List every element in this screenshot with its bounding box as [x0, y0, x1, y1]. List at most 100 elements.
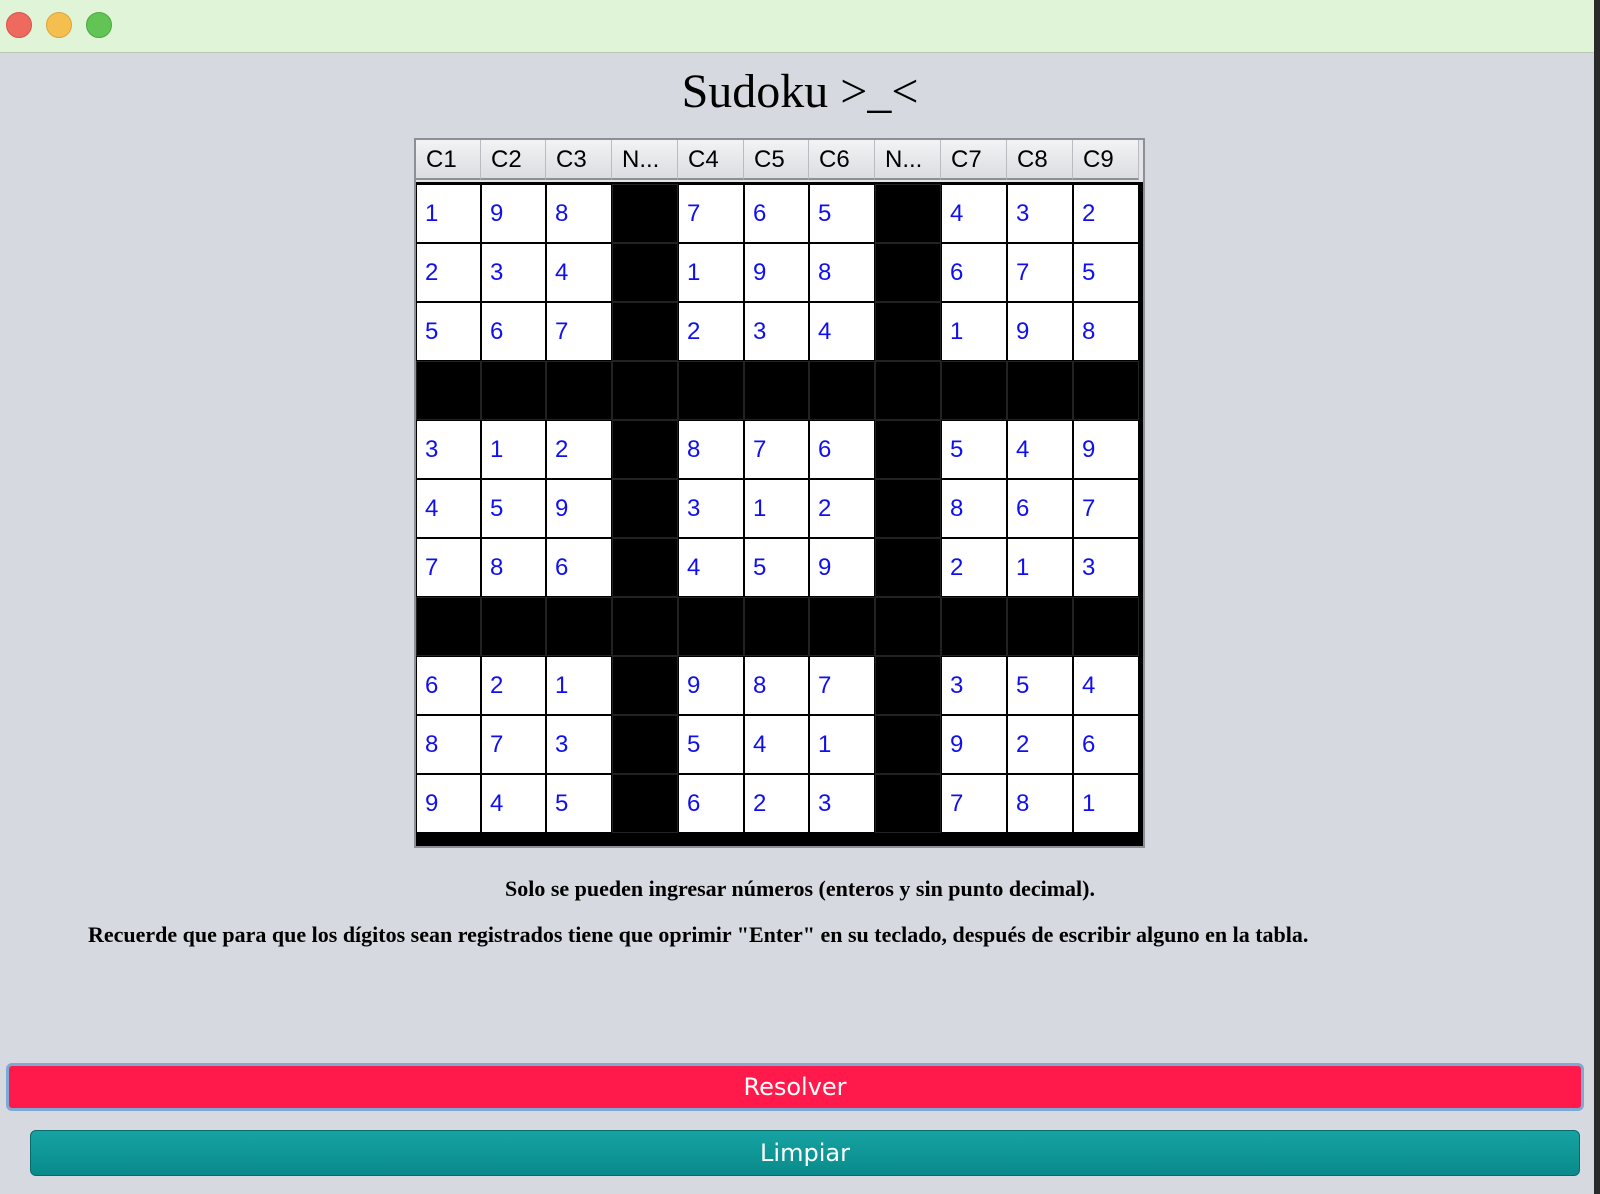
sudoku-cell[interactable]: 5 [744, 538, 809, 597]
sudoku-cell[interactable]: 4 [744, 715, 809, 774]
sudoku-cell[interactable]: 5 [416, 302, 481, 361]
sudoku-cell[interactable]: 3 [481, 243, 546, 302]
sudoku-cell[interactable]: 1 [1007, 538, 1073, 597]
sudoku-cell[interactable]: 2 [546, 420, 612, 479]
sudoku-cell[interactable]: 5 [941, 420, 1007, 479]
sudoku-cell[interactable]: 6 [941, 243, 1007, 302]
column-header[interactable]: C5 [744, 140, 809, 180]
sudoku-cell[interactable]: 7 [1007, 243, 1073, 302]
sudoku-cell[interactable]: 7 [416, 538, 481, 597]
sudoku-cell[interactable]: 3 [416, 420, 481, 479]
sudoku-cell[interactable]: 4 [809, 302, 875, 361]
sudoku-cell[interactable]: 1 [941, 302, 1007, 361]
sudoku-cell[interactable]: 8 [1073, 302, 1139, 361]
column-header[interactable]: N... [612, 140, 678, 180]
sudoku-cell[interactable]: 9 [678, 656, 744, 715]
sudoku-cell[interactable]: 7 [546, 302, 612, 361]
sudoku-cell[interactable]: 9 [416, 774, 481, 833]
sudoku-cell[interactable]: 8 [678, 420, 744, 479]
sudoku-cell[interactable]: 7 [1073, 479, 1139, 538]
sudoku-cell[interactable]: 7 [809, 656, 875, 715]
sudoku-cell[interactable]: 8 [941, 479, 1007, 538]
sudoku-cell[interactable]: 9 [744, 243, 809, 302]
sudoku-cell[interactable]: 6 [416, 656, 481, 715]
sudoku-cell[interactable]: 2 [941, 538, 1007, 597]
sudoku-cell[interactable]: 5 [1007, 656, 1073, 715]
sudoku-cell[interactable]: 6 [678, 774, 744, 833]
sudoku-cell[interactable]: 4 [481, 774, 546, 833]
sudoku-cell[interactable]: 6 [1073, 715, 1139, 774]
sudoku-cell[interactable]: 9 [1073, 420, 1139, 479]
sudoku-cell[interactable]: 2 [1073, 184, 1139, 243]
sudoku-cell[interactable]: 3 [546, 715, 612, 774]
separator-cell [875, 479, 941, 538]
sudoku-cell[interactable]: 6 [1007, 479, 1073, 538]
sudoku-cell[interactable]: 9 [481, 184, 546, 243]
sudoku-cell[interactable]: 9 [941, 715, 1007, 774]
sudoku-cell[interactable]: 7 [941, 774, 1007, 833]
sudoku-cell[interactable]: 5 [1073, 243, 1139, 302]
sudoku-cell[interactable]: 2 [1007, 715, 1073, 774]
close-icon[interactable] [6, 12, 32, 38]
sudoku-cell[interactable]: 8 [546, 184, 612, 243]
sudoku-cell[interactable]: 1 [546, 656, 612, 715]
sudoku-cell[interactable]: 7 [678, 184, 744, 243]
title-bar [0, 0, 1600, 53]
column-header[interactable]: C6 [809, 140, 875, 180]
column-header[interactable]: C3 [546, 140, 612, 180]
sudoku-cell[interactable]: 4 [1007, 420, 1073, 479]
sudoku-cell[interactable]: 8 [809, 243, 875, 302]
sudoku-cell[interactable]: 4 [546, 243, 612, 302]
sudoku-cell[interactable]: 2 [481, 656, 546, 715]
sudoku-cell[interactable]: 9 [1007, 302, 1073, 361]
sudoku-cell[interactable]: 1 [416, 184, 481, 243]
sudoku-cell[interactable]: 4 [678, 538, 744, 597]
sudoku-cell[interactable]: 1 [744, 479, 809, 538]
sudoku-cell[interactable]: 2 [809, 479, 875, 538]
sudoku-cell[interactable]: 5 [546, 774, 612, 833]
column-header[interactable]: C1 [416, 140, 481, 180]
sudoku-cell[interactable]: 7 [481, 715, 546, 774]
sudoku-cell[interactable]: 1 [1073, 774, 1139, 833]
sudoku-cell[interactable]: 9 [546, 479, 612, 538]
sudoku-cell[interactable]: 2 [744, 774, 809, 833]
sudoku-cell[interactable]: 2 [416, 243, 481, 302]
maximize-icon[interactable] [86, 12, 112, 38]
sudoku-cell[interactable]: 8 [744, 656, 809, 715]
sudoku-cell[interactable]: 3 [809, 774, 875, 833]
sudoku-cell[interactable]: 6 [809, 420, 875, 479]
column-header[interactable]: C9 [1073, 140, 1139, 180]
sudoku-cell[interactable]: 6 [546, 538, 612, 597]
sudoku-cell[interactable]: 4 [1073, 656, 1139, 715]
sudoku-cell[interactable]: 1 [678, 243, 744, 302]
separator-cell [678, 597, 744, 656]
sudoku-cell[interactable]: 8 [481, 538, 546, 597]
sudoku-cell[interactable]: 6 [481, 302, 546, 361]
sudoku-cell[interactable]: 3 [1007, 184, 1073, 243]
sudoku-cell[interactable]: 6 [744, 184, 809, 243]
sudoku-cell[interactable]: 1 [481, 420, 546, 479]
minimize-icon[interactable] [46, 12, 72, 38]
column-header[interactable]: C4 [678, 140, 744, 180]
sudoku-cell[interactable]: 4 [416, 479, 481, 538]
sudoku-cell[interactable]: 5 [678, 715, 744, 774]
sudoku-cell[interactable]: 8 [416, 715, 481, 774]
sudoku-cell[interactable]: 8 [1007, 774, 1073, 833]
sudoku-cell[interactable]: 7 [744, 420, 809, 479]
sudoku-cell[interactable]: 9 [809, 538, 875, 597]
sudoku-cell[interactable]: 3 [744, 302, 809, 361]
sudoku-cell[interactable]: 3 [941, 656, 1007, 715]
resolver-button[interactable]: Resolver [6, 1063, 1584, 1111]
sudoku-cell[interactable]: 2 [678, 302, 744, 361]
limpiar-button[interactable]: Limpiar [30, 1130, 1580, 1176]
column-header[interactable]: C8 [1007, 140, 1073, 180]
sudoku-cell[interactable]: 3 [678, 479, 744, 538]
sudoku-cell[interactable]: 5 [809, 184, 875, 243]
sudoku-cell[interactable]: 4 [941, 184, 1007, 243]
sudoku-cell[interactable]: 3 [1073, 538, 1139, 597]
sudoku-cell[interactable]: 5 [481, 479, 546, 538]
sudoku-cell[interactable]: 1 [809, 715, 875, 774]
column-header[interactable]: C2 [481, 140, 546, 180]
column-header[interactable]: N... [875, 140, 941, 180]
column-header[interactable]: C7 [941, 140, 1007, 180]
